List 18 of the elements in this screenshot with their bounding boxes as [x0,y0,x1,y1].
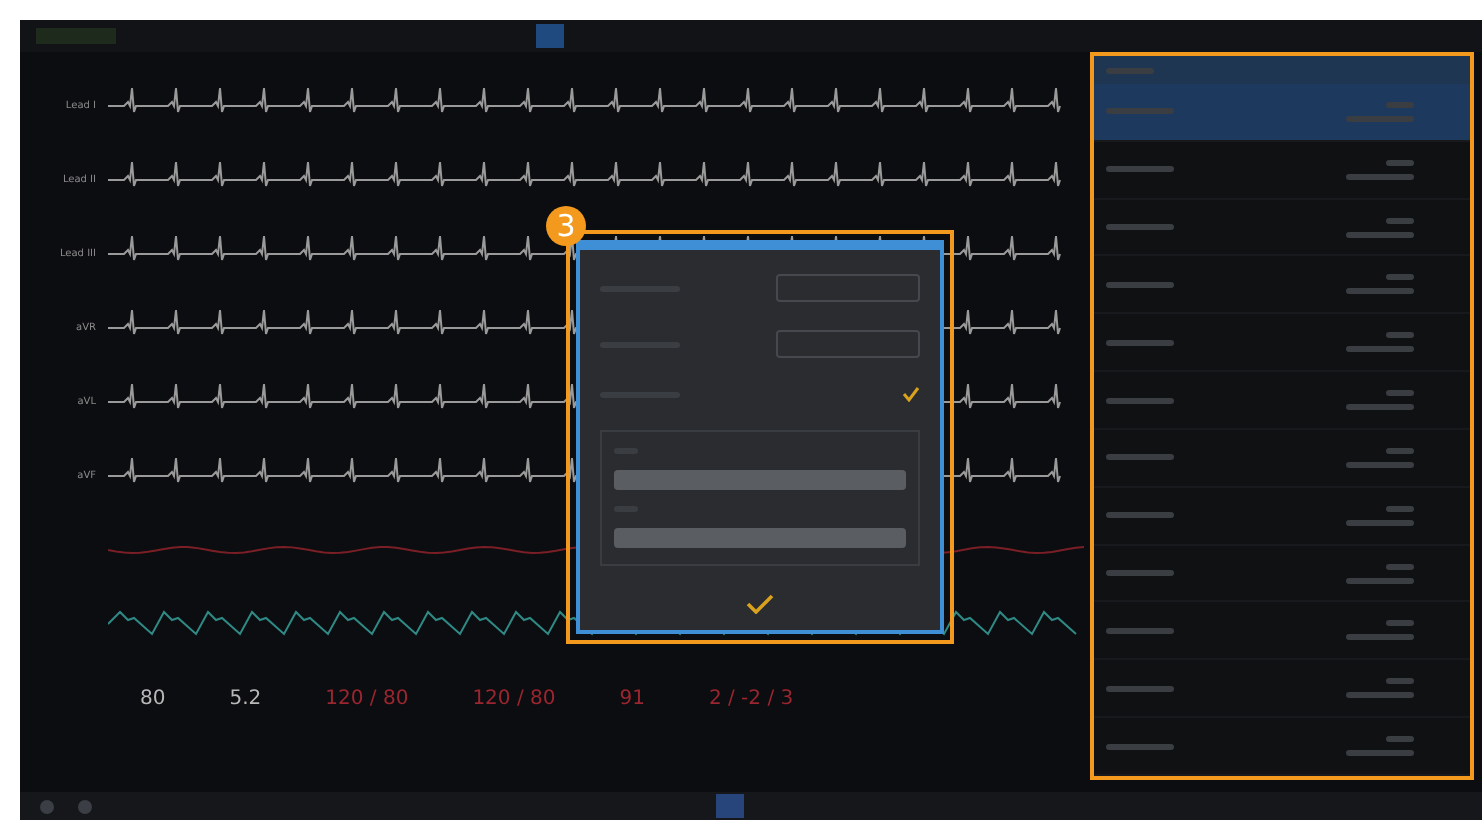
checkmark-icon[interactable] [902,386,920,402]
dropdown[interactable] [776,330,920,358]
vital-reading: 120 / 80 [472,688,556,710]
input-field[interactable] [614,528,906,548]
toolbar-tab[interactable] [536,24,564,48]
input-field[interactable] [614,470,906,490]
dropdown[interactable] [776,274,920,302]
confirm-checkmark-icon[interactable] [746,594,774,614]
vital-reading: 120 / 80 [325,688,409,710]
step-badge: 3 [546,206,586,246]
circle-icon[interactable] [78,799,92,813]
panel-row[interactable] [1094,84,1470,142]
vital-reading: 2 / -2 / 3 [708,688,794,710]
vital-reading: 80 [140,688,166,710]
toolbar-tab[interactable] [716,794,744,818]
vital-reading: 91 [619,688,645,710]
vital-reading: 5.2 [229,688,262,710]
circle-icon[interactable] [40,799,54,813]
